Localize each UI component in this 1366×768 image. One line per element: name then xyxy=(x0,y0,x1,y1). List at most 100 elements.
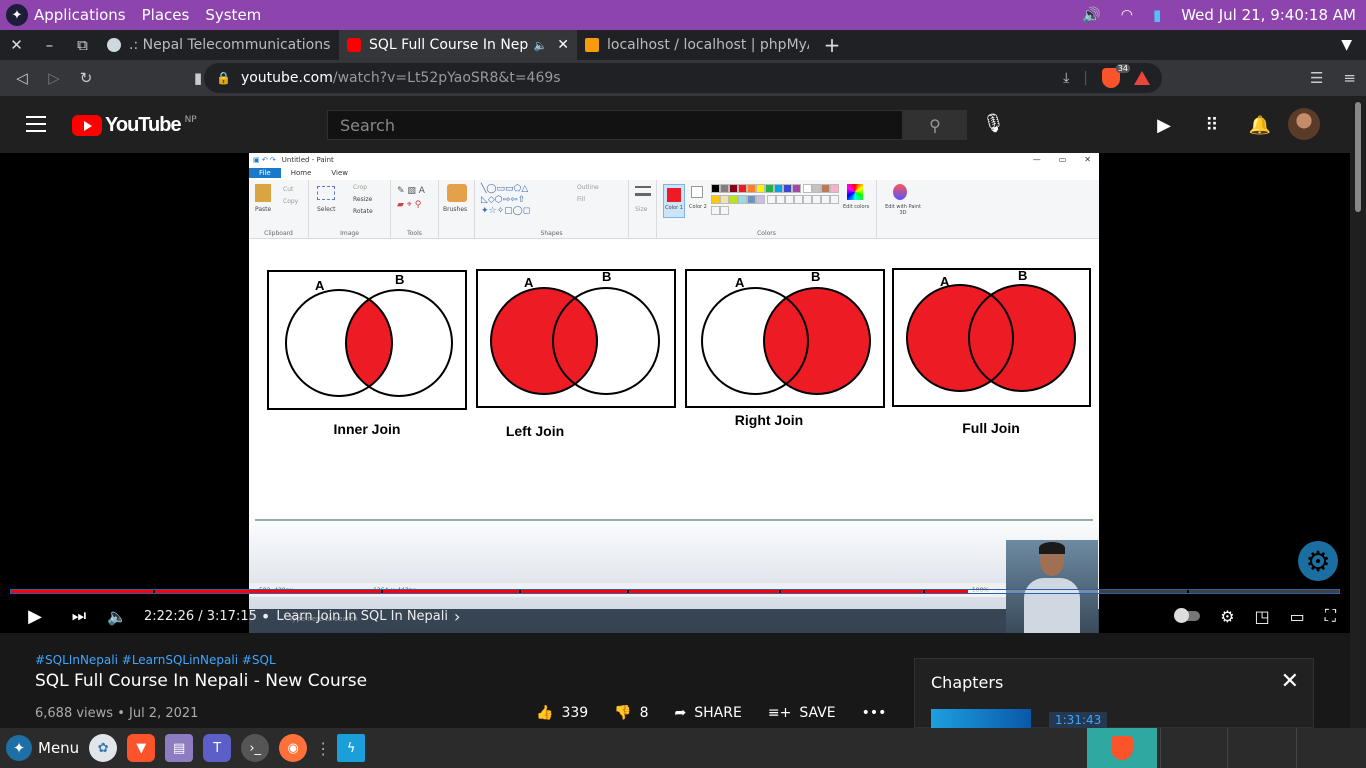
globe-icon xyxy=(107,38,121,52)
flash-app-icon[interactable]: ϟ xyxy=(337,734,366,762)
venn-left-join-graphic xyxy=(490,287,660,395)
paint-quick-access-icons: ▣ ↶ ↷ xyxy=(253,155,276,164)
dislike-button[interactable]: 👎 8 xyxy=(614,705,648,721)
venn-full-join-graphic xyxy=(906,284,1076,392)
apps-grid-icon[interactable]: ⠿ xyxy=(1188,112,1236,138)
create-video-icon[interactable]: ▶︎ xyxy=(1140,112,1188,138)
chapter-thumbnail[interactable] xyxy=(931,709,1031,729)
battery-icon[interactable]: ▮ xyxy=(1153,6,1161,24)
chapters-title: Chapters xyxy=(931,673,1004,692)
clock[interactable]: Wed Jul 21, 9:40:18 AM xyxy=(1181,6,1356,24)
like-button[interactable]: 👍 339 xyxy=(536,705,588,721)
search-icon: ⚲ xyxy=(929,115,941,135)
chapter-timestamp[interactable]: 1:31:43 xyxy=(1049,712,1108,728)
autoplay-toggle[interactable] xyxy=(1174,599,1201,633)
colors-group: Color 1 Color 2 Edit colors Colors xyxy=(657,180,877,239)
settings-app-icon[interactable]: ✿ xyxy=(89,734,118,762)
reload-button[interactable]: ↻ xyxy=(70,60,102,96)
back-button[interactable]: ◁ xyxy=(6,60,38,96)
os-menu-button[interactable]: ✦ Menu xyxy=(6,735,79,761)
minimize-window-icon[interactable]: – xyxy=(33,30,66,60)
brave-rewards-icon[interactable] xyxy=(1134,71,1150,85)
download-icon[interactable]: ⤓ xyxy=(1063,70,1069,86)
terminal-icon[interactable]: ›_ xyxy=(241,734,270,762)
clipboard-group: Paste Cut Copy Clipboard xyxy=(249,180,309,239)
paint-maximize-icon: ▭ xyxy=(1058,155,1067,164)
system-menu[interactable]: System xyxy=(205,6,261,24)
image-group: Select Crop Resize Rotate Image xyxy=(309,180,391,239)
tab-list-dropdown-icon[interactable]: ▼ xyxy=(1341,37,1352,53)
url-path: /watch?v=Lt52pYaoSR8&t=469s xyxy=(332,70,561,86)
paint-minimize-icon: — xyxy=(1032,155,1041,164)
text-editor-icon[interactable]: ▤ xyxy=(165,734,194,762)
extension-gear-icon[interactable]: ⚙ xyxy=(1298,541,1338,581)
avatar[interactable] xyxy=(1288,108,1320,140)
pencil-fill-text-icons: ✎ ▧ A xyxy=(397,186,425,196)
video-player[interactable]: ▣ ↶ ↷ Untitled - Paint — ▭ ✕ File Home Vie… xyxy=(0,153,1350,633)
time-display: 2:22:26 / 3:17:15 xyxy=(144,608,257,624)
applications-menu[interactable]: Applications xyxy=(34,6,126,24)
separator-dots: ⋮ xyxy=(315,738,332,758)
paint3d-icon xyxy=(893,184,907,200)
tab-sql-course[interactable]: SQL Full Course In Nepali 🔈 ✕ xyxy=(339,30,577,60)
paint-close-icon: ✕ xyxy=(1084,155,1091,164)
progress-bar[interactable] xyxy=(10,589,1340,594)
share-arrow-icon: ➦ xyxy=(674,705,687,721)
search-button[interactable]: ⚲ xyxy=(903,110,967,140)
browser-tab-strip: ✕ – ⧉ .: Nepal Telecommunications Au SQL… xyxy=(0,30,1366,60)
close-window-icon[interactable]: ✕ xyxy=(0,30,33,60)
brave-browser-icon[interactable]: ▼ xyxy=(127,734,156,762)
tab-phpmyadmin[interactable]: localhost / localhost | phpMyAdmin xyxy=(577,30,817,60)
youtube-logo[interactable]: YouTube NP xyxy=(72,114,197,137)
active-window-brave[interactable] xyxy=(1087,728,1157,768)
firefox-icon[interactable]: ◉ xyxy=(279,734,308,762)
fullscreen-icon[interactable]: ⛶ xyxy=(1325,599,1336,633)
youtube-favicon-icon xyxy=(347,38,361,52)
set-a-label: A xyxy=(940,274,950,289)
search-input[interactable]: Search xyxy=(327,110,903,140)
teams-icon[interactable]: T xyxy=(203,734,232,762)
set-b-label: B xyxy=(602,269,612,284)
save-button[interactable]: ≡+ SAVE xyxy=(768,705,836,721)
venn-inner-join: A B xyxy=(267,270,467,410)
places-menu[interactable]: Places xyxy=(142,6,190,24)
wifi-icon[interactable]: ◠ xyxy=(1121,7,1133,23)
chevron-right-icon[interactable]: › xyxy=(454,607,460,626)
venn-inner-join-label: Inner Join xyxy=(333,421,401,437)
more-actions-icon[interactable]: ••• xyxy=(862,705,887,721)
miniplayer-icon[interactable]: ◳ xyxy=(1255,599,1270,633)
chapter-title-button[interactable]: Learn Join In SQL In Nepali xyxy=(276,609,448,624)
brave-shields-icon[interactable]: 34 xyxy=(1102,64,1130,88)
thumbs-up-icon: 👍 xyxy=(536,705,554,721)
forward-button[interactable]: ▷ xyxy=(38,60,70,96)
close-icon[interactable]: ✕ xyxy=(1281,669,1299,694)
brave-browser-icon xyxy=(1111,736,1133,760)
notifications-bell-icon[interactable]: 🔔 xyxy=(1236,112,1284,138)
restore-window-icon[interactable]: ⧉ xyxy=(66,30,99,60)
microphone-icon[interactable]: 🎙 xyxy=(982,113,1005,134)
tab-audio-icon[interactable]: 🔈 xyxy=(534,39,548,52)
volume-icon[interactable]: 🔊 xyxy=(1082,6,1101,24)
address-bar[interactable]: 🔒 youtube.com/watch?v=Lt52pYaoSR8&t=469s… xyxy=(204,63,1162,93)
tab-nepal-telecom[interactable]: .: Nepal Telecommunications Au xyxy=(99,30,339,60)
settings-gear-icon[interactable]: ⚙ xyxy=(1220,599,1234,633)
color1-selector: Color 1 xyxy=(663,184,685,218)
guide-menu-icon[interactable] xyxy=(26,116,46,132)
progress-buffered xyxy=(968,590,994,593)
thumbs-down-icon: 👎 xyxy=(614,705,632,721)
theater-mode-icon[interactable]: ▭ xyxy=(1290,599,1305,633)
new-tab-button[interactable]: + xyxy=(817,33,847,57)
play-button[interactable]: ▶ xyxy=(20,599,50,633)
share-button[interactable]: ➦ SHARE xyxy=(675,705,742,721)
chapters-panel: Chapters ✕ 1:31:43 xyxy=(914,658,1314,729)
page-scrollbar[interactable] xyxy=(1350,96,1366,728)
distro-logo-icon[interactable]: ✦ xyxy=(6,4,28,26)
volume-button[interactable]: 🔈 xyxy=(102,599,132,633)
browser-menu-icon[interactable]: ≡ xyxy=(1343,69,1356,87)
playlist-icon[interactable]: ☰ xyxy=(1310,69,1323,87)
lock-icon[interactable]: 🔒 xyxy=(216,71,231,85)
scroll-thumb[interactable] xyxy=(1355,102,1361,212)
hashtags-link[interactable]: #SQLInNepali #LearnSQLinNepali #SQL xyxy=(35,653,276,667)
next-button[interactable]: ⏭ xyxy=(64,599,94,633)
tab-close-icon[interactable]: ✕ xyxy=(557,37,569,53)
